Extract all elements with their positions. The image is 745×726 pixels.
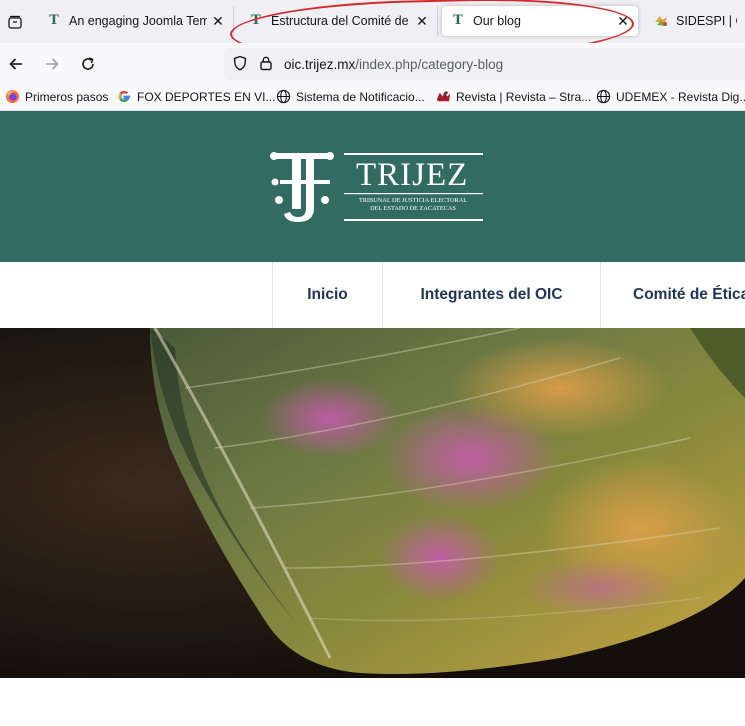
bookmark-item[interactable]: UDEMEX - Revista Dig... [596,89,745,104]
sidespi-icon [653,13,669,29]
tab-title: An engaging Joomla Templ [69,14,207,28]
lock-icon[interactable] [258,55,274,71]
site-menu: Inicio Integrantes del OIC Comité de Éti… [0,262,745,328]
url-text[interactable]: oic.trijez.mx/index.php/category-blog [284,57,503,72]
tab-title: SIDESPI | Gob [676,14,737,28]
revista-icon [436,89,451,104]
trijez-icon: T [251,13,261,28]
brand-subtitle-line: TRIBUNAL DE JUSTICIA ELECTORAL [358,197,468,204]
url-domain: oic.trijez.mx [284,57,356,72]
back-arrow-icon [9,58,22,70]
leaf-photo [0,328,745,678]
menu-item-inicio[interactable]: Inicio [272,262,382,328]
bookmark-label: Sistema de Notificacio... [296,89,425,104]
brand-subtitle-line: DEL ESTADO DE ZACATECAS [370,205,456,212]
bookmark-label: FOX DEPORTES EN VI... [137,89,276,104]
close-icon[interactable]: ✕ [616,14,630,28]
shield-icon[interactable] [232,55,248,71]
bookmark-item[interactable]: FOX DEPORTES EN VI... [117,89,275,104]
url-path: /index.php/category-blog [355,57,504,72]
reload-icon [82,57,94,70]
forward-arrow-icon [46,58,59,70]
tab-title: Our blog [473,14,521,28]
bookmark-label: Primeros pasos [25,89,109,104]
trijez-icon: T [453,13,463,28]
site-brand-subtitle: TRIBUNAL DE JUSTICIA ELECTORAL DEL ESTAD… [343,197,483,213]
site-brand: TRIJEZ [356,157,469,193]
globe-icon [276,89,291,104]
firefox-icon [5,89,20,104]
trijez-icon: T [49,13,59,28]
forward-button[interactable] [39,51,65,77]
tab-title: Estructura del Comité de Ét [271,14,411,28]
bookmark-label: Revista | Revista – Stra... [456,89,592,104]
tab-strip: T An engaging Joomla Templ ✕ T Estructur… [0,0,745,64]
page-content-area [0,678,745,726]
google-icon [117,89,132,104]
menu-item-comite-etica[interactable]: Comité de Ética [600,262,745,328]
tab-list-icon [8,15,22,29]
close-icon[interactable]: ✕ [211,14,225,28]
bookmark-label: UDEMEX - Revista Dig... [616,89,745,104]
bookmark-item[interactable]: Sistema de Notificacio... [276,89,425,104]
browser-tab-active[interactable]: T Our blog ✕ [442,6,638,36]
hero-image [0,328,745,678]
browser-tab[interactable]: SIDESPI | Gob [645,6,745,36]
back-button[interactable] [3,51,29,77]
menu-item-integrantes[interactable]: Integrantes del OIC [382,262,600,328]
browser-tab[interactable]: T An engaging Joomla Templ ✕ [38,6,234,36]
bookmark-item[interactable]: Revista | Revista – Stra... [436,89,591,104]
tab-list-button[interactable] [0,0,30,43]
bookmark-item[interactable]: Primeros pasos [5,89,108,104]
bookmarks-toolbar: Primeros pasos FOX DEPORTES EN VI... Sis… [0,84,745,111]
close-icon[interactable]: ✕ [415,14,429,28]
globe-icon [596,89,611,104]
browser-tab[interactable]: T Estructura del Comité de Ét ✕ [240,6,438,36]
reload-button[interactable] [75,51,101,77]
